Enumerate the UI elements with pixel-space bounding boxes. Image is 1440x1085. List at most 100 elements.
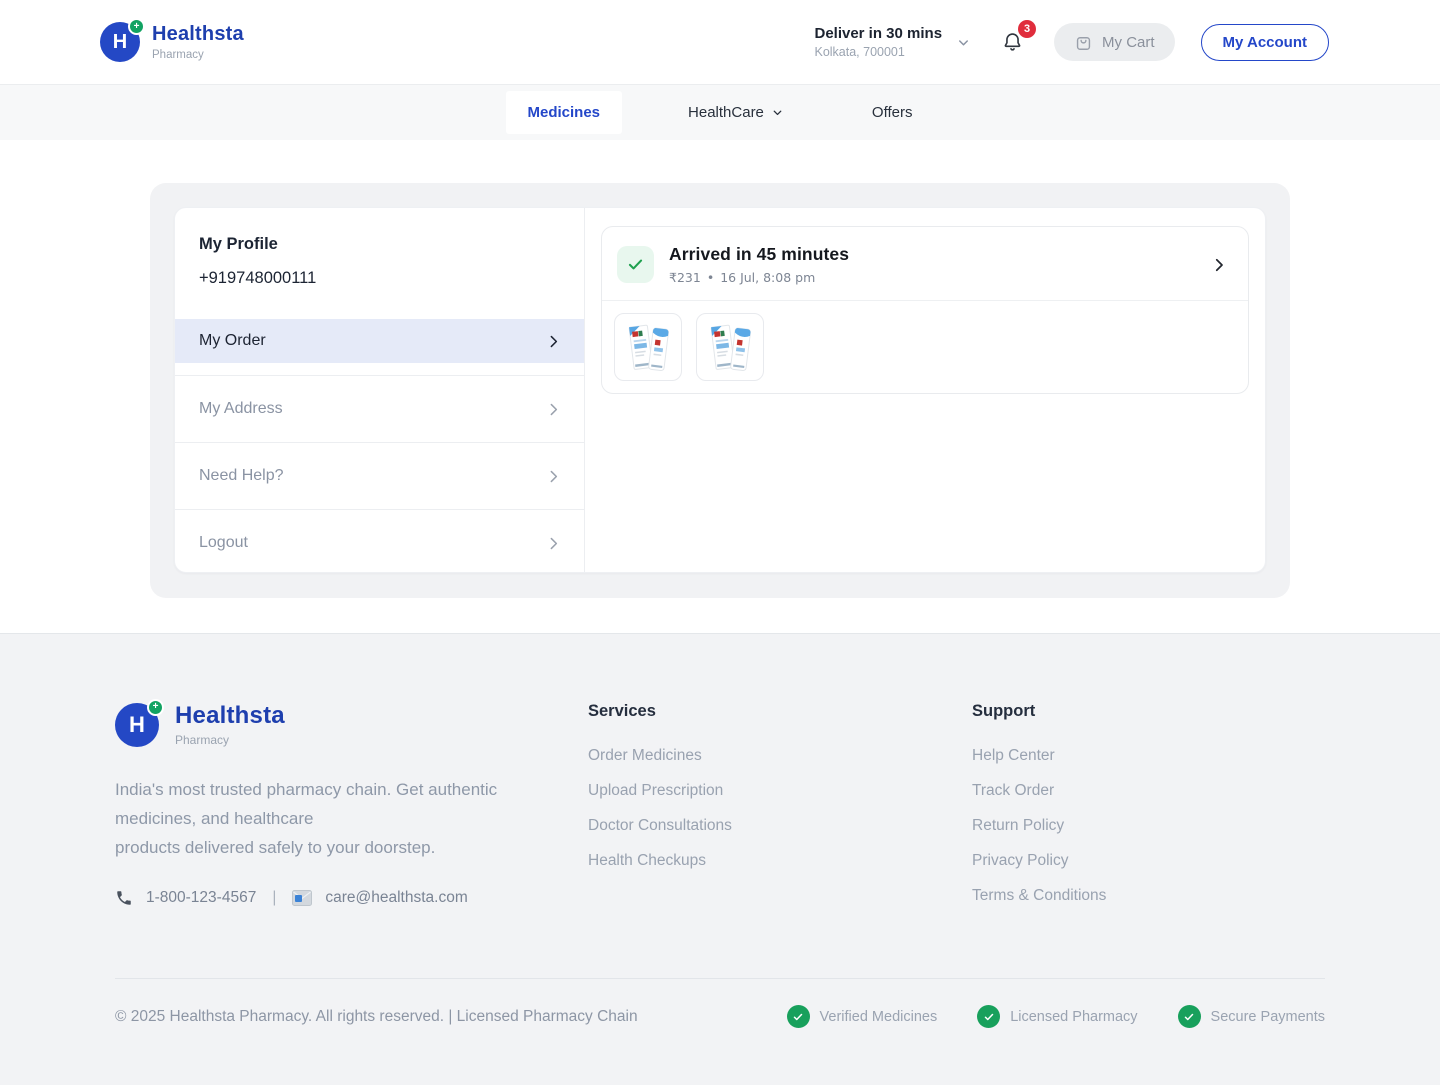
footer-description-line1: India's most trusted pharmacy chain. Get… — [115, 780, 497, 828]
nav-healthcare-label: HealthCare — [688, 104, 764, 121]
logo-mark: H + — [115, 703, 159, 747]
brand-tagline: Pharmacy — [152, 49, 244, 61]
footer-contact: 1-800-123-4567 | care@healthsta.com — [115, 889, 588, 907]
list-item: Help Center — [972, 747, 1325, 765]
brand-text: Healthsta Pharmacy — [175, 702, 285, 747]
support-heading: Support — [972, 702, 1325, 721]
link-order-medicines[interactable]: Order Medicines — [588, 747, 702, 764]
sidebar-item-need-help[interactable]: Need Help? — [175, 442, 584, 509]
footer: H + Healthsta Pharmacy India's most trus… — [0, 633, 1440, 1085]
profile-title: My Profile — [199, 235, 560, 254]
badge-verified-medicines: Verified Medicines — [787, 1005, 938, 1028]
main-nav: Medicines HealthCare Offers — [0, 84, 1440, 140]
list-item: Upload Prescription — [588, 782, 972, 800]
sidebar-my-address-label: My Address — [199, 400, 283, 418]
chevron-right-icon — [545, 333, 562, 350]
shampoo-product-image — [701, 318, 759, 376]
logo-mark: H + — [100, 22, 140, 62]
logo[interactable]: H + Healthsta Pharmacy — [100, 22, 244, 62]
footer-brand-column: H + Healthsta Pharmacy India's most trus… — [115, 702, 588, 922]
link-doctor-consultations[interactable]: Doctor Consultations — [588, 817, 732, 834]
badge-label: Licensed Pharmacy — [1010, 1009, 1137, 1025]
check-icon — [626, 255, 645, 274]
list-item: Return Policy — [972, 817, 1325, 835]
chevron-right-icon — [1210, 256, 1228, 274]
phone-icon — [115, 889, 133, 907]
footer-bottom-bar: © 2025 Healthsta Pharmacy. All rights re… — [115, 979, 1325, 1054]
account-card: My Profile +919748000111 My Order My Add… — [174, 207, 1266, 573]
sidebar-my-order-label: My Order — [199, 332, 266, 350]
contact-separator: | — [269, 889, 279, 907]
profile-summary: My Profile +919748000111 — [175, 208, 584, 307]
chevron-down-icon — [771, 106, 784, 119]
header: H + Healthsta Pharmacy Deliver in 30 min… — [0, 0, 1440, 84]
badge-secure-payments: Secure Payments — [1178, 1005, 1325, 1028]
sidebar-item-my-order[interactable]: My Order — [175, 319, 584, 363]
account-sidebar: My Profile +919748000111 My Order My Add… — [175, 208, 585, 572]
footer-logo: H + Healthsta Pharmacy — [115, 702, 588, 747]
check-circle-icon — [977, 1005, 1000, 1028]
nav-item-medicines[interactable]: Medicines — [506, 91, 623, 134]
link-upload-prescription[interactable]: Upload Prescription — [588, 782, 723, 799]
link-help-center[interactable]: Help Center — [972, 747, 1055, 764]
brand-name: Healthsta — [175, 702, 285, 730]
list-item: Privacy Policy — [972, 852, 1325, 870]
order-item-thumbnail[interactable] — [614, 313, 682, 381]
nav-offers-label: Offers — [872, 104, 913, 121]
link-health-checkups[interactable]: Health Checkups — [588, 852, 706, 869]
header-actions: Deliver in 30 mins Kolkata, 700001 3 — [814, 23, 1329, 61]
footer-phone-number[interactable]: 1-800-123-4567 — [146, 889, 256, 907]
footer-email[interactable]: care@healthsta.com — [325, 889, 467, 907]
order-item-thumbnail[interactable] — [696, 313, 764, 381]
order-status-chip — [617, 246, 654, 283]
order-amount: ₹231 — [669, 270, 701, 285]
sidebar-spacer — [175, 363, 584, 375]
badge-licensed-pharmacy: Licensed Pharmacy — [977, 1005, 1137, 1028]
footer-support-column: Support Help Center Track Order Return P… — [972, 702, 1325, 922]
chevron-right-icon — [545, 401, 562, 418]
notification-count-badge: 3 — [1018, 20, 1036, 38]
footer-description: India's most trusted pharmacy chain. Get… — [115, 775, 535, 863]
copyright-text: © 2025 Healthsta Pharmacy. All rights re… — [115, 1008, 638, 1026]
delivery-time: Deliver in 30 mins — [814, 25, 942, 42]
order-datetime: 16 Jul, 8:08 pm — [720, 270, 815, 285]
link-return-policy[interactable]: Return Policy — [972, 817, 1064, 834]
account-panel: My Profile +919748000111 My Order My Add… — [150, 183, 1290, 598]
shopping-bag-icon — [1074, 33, 1093, 52]
chevron-right-icon — [545, 468, 562, 485]
nav-item-healthcare[interactable]: HealthCare — [666, 91, 806, 134]
order-summary-row[interactable]: Arrived in 45 minutes ₹231 • 16 Jul, 8:0… — [602, 227, 1248, 300]
plus-badge-icon: + — [147, 699, 164, 716]
order-card: Arrived in 45 minutes ₹231 • 16 Jul, 8:0… — [601, 226, 1249, 394]
nav-item-offers[interactable]: Offers — [850, 91, 935, 134]
order-items-strip — [602, 300, 1248, 393]
chevron-right-icon — [545, 535, 562, 552]
my-cart-button[interactable]: My Cart — [1054, 23, 1175, 61]
list-item: Doctor Consultations — [588, 817, 972, 835]
badge-label: Verified Medicines — [820, 1009, 938, 1025]
footer-services-column: Services Order Medicines Upload Prescrip… — [588, 702, 972, 922]
link-terms-conditions[interactable]: Terms & Conditions — [972, 887, 1106, 904]
services-heading: Services — [588, 702, 972, 721]
delivery-city: Kolkata, 700001 — [814, 45, 942, 59]
delivery-text: Deliver in 30 mins Kolkata, 700001 — [814, 25, 942, 59]
orders-pane: Arrived in 45 minutes ₹231 • 16 Jul, 8:0… — [585, 208, 1265, 572]
badge-label: Secure Payments — [1211, 1009, 1325, 1025]
footer-description-line2: products delivered safely to your doorst… — [115, 838, 435, 857]
order-meta: ₹231 • 16 Jul, 8:08 pm — [669, 270, 1195, 285]
my-account-button[interactable]: My Account — [1201, 24, 1329, 61]
notifications-button[interactable]: 3 — [997, 25, 1028, 60]
list-item: Terms & Conditions — [972, 887, 1325, 905]
sidebar-item-logout[interactable]: Logout — [175, 509, 584, 573]
brand-text: Healthsta Pharmacy — [152, 23, 244, 61]
link-privacy-policy[interactable]: Privacy Policy — [972, 852, 1068, 869]
check-circle-icon — [1178, 1005, 1201, 1028]
list-item: Order Medicines — [588, 747, 972, 765]
link-track-order[interactable]: Track Order — [972, 782, 1054, 799]
nav-medicines-label: Medicines — [528, 104, 601, 121]
delivery-location-selector[interactable]: Deliver in 30 mins Kolkata, 700001 — [814, 25, 971, 59]
sidebar-item-my-address[interactable]: My Address — [175, 375, 584, 442]
order-text: Arrived in 45 minutes ₹231 • 16 Jul, 8:0… — [669, 244, 1195, 285]
order-meta-separator: • — [707, 270, 714, 285]
sidebar-logout-label: Logout — [199, 534, 248, 552]
